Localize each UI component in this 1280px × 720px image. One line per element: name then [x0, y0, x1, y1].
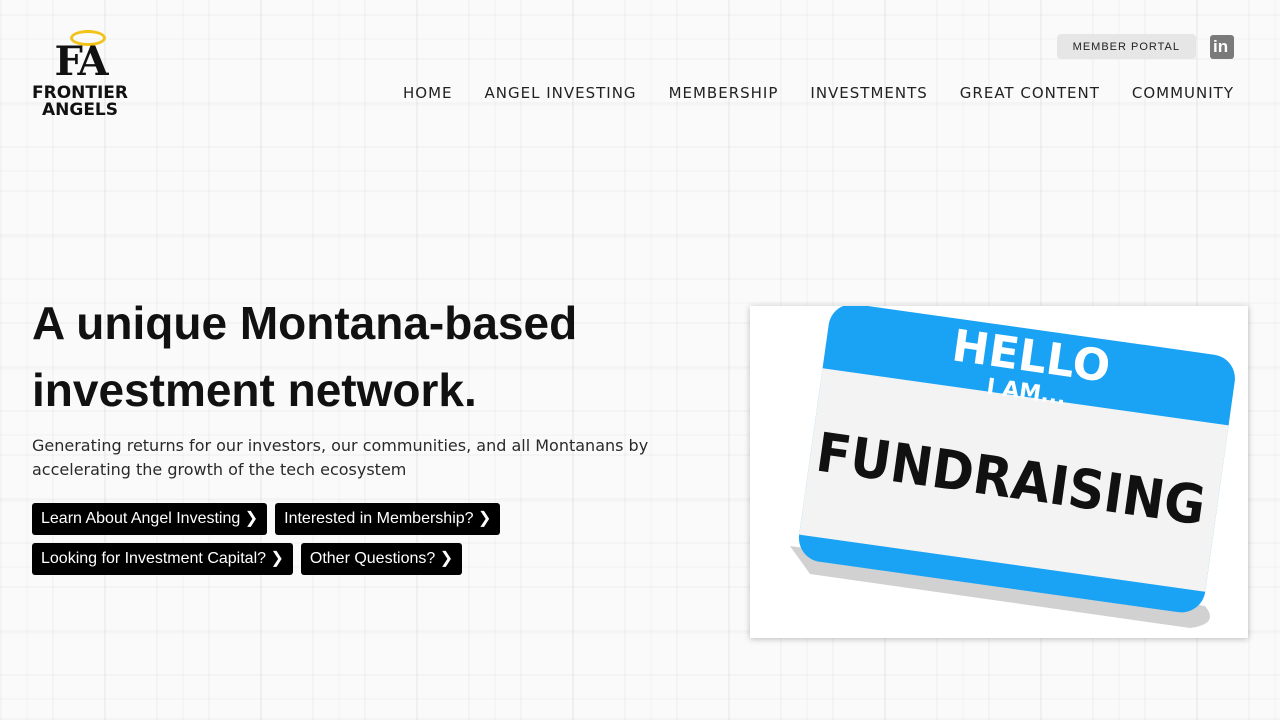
main-nav: HOME ANGEL INVESTING MEMBERSHIP INVESTME… — [403, 82, 1234, 104]
cta-row-1: Learn About Angel Investing ❯ Interested… — [32, 503, 692, 535]
hero-title-line1: A unique Montana-based — [32, 297, 578, 349]
nav-great-content[interactable]: GREAT CONTENT — [960, 82, 1100, 104]
linkedin-icon[interactable]: in — [1210, 34, 1234, 59]
learn-angel-investing-button[interactable]: Learn About Angel Investing ❯ — [32, 503, 268, 535]
logo-initials: FA — [54, 38, 108, 85]
hero-title: A unique Montana-based investment networ… — [32, 290, 692, 424]
investment-capital-button[interactable]: Looking for Investment Capital? ❯ — [32, 543, 293, 575]
nav-community[interactable]: COMMUNITY — [1132, 82, 1234, 104]
nav-membership[interactable]: MEMBERSHIP — [669, 82, 779, 104]
fundraising-name-tag-image: HELLO I AM... FUNDRAISING — [750, 306, 1248, 638]
cta-row-2: Looking for Investment Capital? ❯ Other … — [32, 543, 692, 575]
member-portal-button[interactable]: MEMBER PORTAL — [1056, 34, 1196, 59]
nav-home[interactable]: HOME — [403, 82, 453, 104]
nav-investments[interactable]: INVESTMENTS — [810, 82, 927, 104]
hero-title-line2: investment network. — [32, 364, 477, 416]
utility-bar: MEMBER PORTAL in — [1056, 34, 1234, 59]
hero-section: A unique Montana-based investment networ… — [32, 290, 692, 575]
hero-subtitle: Generating returns for our investors, ou… — [32, 436, 649, 479]
frontier-angels-logo[interactable]: FA FRONTIER ANGELS — [28, 30, 132, 122]
nav-angel-investing[interactable]: ANGEL INVESTING — [485, 82, 637, 104]
membership-button[interactable]: Interested in Membership? ❯ — [275, 503, 501, 535]
logo-line2: ANGELS — [41, 100, 119, 120]
other-questions-button[interactable]: Other Questions? ❯ — [300, 543, 463, 575]
